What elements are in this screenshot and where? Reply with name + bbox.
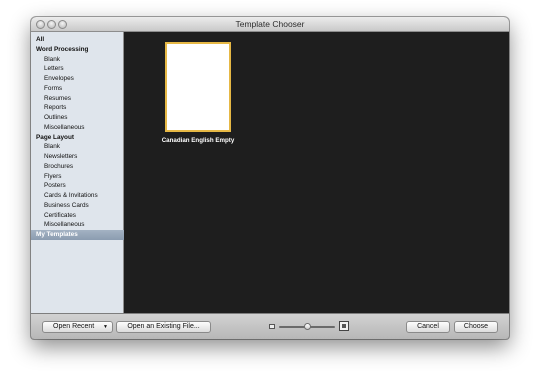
sidebar-item[interactable]: My Templates bbox=[31, 230, 124, 240]
sidebar-item[interactable]: Blank bbox=[31, 142, 124, 152]
sidebar-item[interactable]: Flyers bbox=[31, 172, 124, 182]
sidebar-item[interactable]: Letters bbox=[31, 64, 124, 74]
cancel-button[interactable]: Cancel bbox=[406, 321, 450, 333]
sidebar-item[interactable]: Reports bbox=[31, 103, 124, 113]
sidebar-item[interactable]: Miscellaneous bbox=[31, 220, 124, 230]
sidebar-item[interactable]: Word Processing bbox=[31, 45, 124, 55]
title-bar: Template Chooser bbox=[31, 17, 509, 32]
window-title: Template Chooser bbox=[235, 19, 305, 29]
large-thumbnail-icon bbox=[339, 321, 349, 331]
sidebar-item[interactable]: Business Cards bbox=[31, 201, 124, 211]
category-sidebar: All Word Processing Blank Letters Envelopes F… bbox=[31, 32, 124, 313]
open-existing-file-button[interactable]: Open an Existing File... bbox=[116, 321, 211, 333]
sidebar-item[interactable]: All bbox=[31, 35, 124, 45]
chevron-down-icon: ▼ bbox=[103, 324, 108, 330]
small-thumbnail-icon bbox=[269, 324, 275, 329]
sidebar-item[interactable]: Miscellaneous bbox=[31, 123, 124, 133]
open-recent-button[interactable]: Open Recent ▼ bbox=[42, 321, 113, 333]
sidebar-item[interactable]: Blank bbox=[31, 55, 124, 65]
sidebar-item[interactable]: Newsletters bbox=[31, 152, 124, 162]
sidebar-item[interactable]: Envelopes bbox=[31, 74, 124, 84]
choose-button[interactable]: Choose bbox=[454, 321, 498, 333]
sidebar-item[interactable]: Posters bbox=[31, 181, 124, 191]
template-grid: Canadian English Empty bbox=[124, 32, 509, 313]
sidebar-item[interactable]: Page Layout bbox=[31, 133, 124, 143]
bottom-toolbar: Open Recent ▼ Open an Existing File... C… bbox=[31, 313, 509, 339]
sidebar-item[interactable]: Certificates bbox=[31, 211, 124, 221]
template-chooser-window: Template Chooser All Word Processing Blank… bbox=[31, 17, 509, 339]
sidebar-item[interactable]: Brochures bbox=[31, 162, 124, 172]
template-thumbnail[interactable] bbox=[165, 42, 231, 132]
sidebar-item[interactable]: Cards & Invitations bbox=[31, 191, 124, 201]
slider-handle[interactable] bbox=[304, 323, 311, 330]
template-label[interactable]: Canadian English Empty bbox=[144, 137, 252, 144]
sidebar-item[interactable]: Forms bbox=[31, 84, 124, 94]
sidebar-item[interactable]: Resumes bbox=[31, 94, 124, 104]
sidebar-item[interactable]: Outlines bbox=[31, 113, 124, 123]
open-recent-label: Open Recent bbox=[53, 323, 95, 330]
